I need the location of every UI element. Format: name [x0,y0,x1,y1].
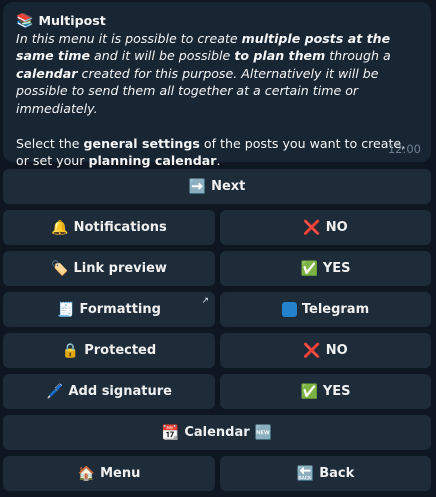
notifications-value: NO [325,220,348,235]
protected-toggle-button[interactable]: ❌ NO [220,333,431,368]
menu-button[interactable]: 🏠 Menu [3,456,215,491]
formatting-label: Formatting [79,302,161,317]
formatting-value: Telegram [301,302,370,317]
protected-label: Protected [84,343,157,358]
body-segment: general settings [83,135,200,151]
notifications-toggle-button[interactable]: ❌ NO [220,210,431,245]
back-button[interactable]: 🔙 Back [220,456,431,491]
intro-segment: calendar [16,65,78,81]
message-title-text: Multipost [38,13,106,28]
menu-label: Menu [100,466,141,481]
books-icon: 📚 [16,13,34,29]
formatting-button[interactable]: 🧾 Formatting ↗ [3,292,215,327]
intro-segment: In this menu it is possible to create [16,30,242,46]
message-time: 12:00 [387,141,421,156]
formatting-value-button[interactable]: Telegram [220,292,431,327]
notifications-label: Notifications [73,220,167,235]
message-title: 📚 Multipost [16,12,417,30]
message-bubble: 📚 Multipost In this menu it is possible t… [3,2,431,168]
pen-icon: 🖊️ [46,383,64,400]
body-segment: . [216,153,221,168]
calendar-label: Calendar [184,425,250,440]
body-segment: Select the [16,135,84,151]
notifications-button[interactable]: 🔔 Notifications [3,210,215,245]
link-preview-value: YES [322,261,351,276]
intro-segment: through a [325,48,391,63]
next-label: Next [211,179,246,194]
add-signature-toggle-button[interactable]: ✅ YES [220,374,431,409]
home-icon: 🏠 [77,465,96,482]
cross-mark-icon: ❌ [303,342,321,359]
calendar-button[interactable]: 📆 Calendar 🆕 [3,415,431,450]
protected-value: NO [325,343,348,358]
label-tag-icon: 🏷️ [51,260,69,277]
add-signature-button[interactable]: 🖊️ Add signature [3,374,215,409]
link-preview-label: Link preview [73,261,167,276]
back-arrow-icon: 🔙 [296,465,315,482]
cross-mark-icon: ❌ [303,219,321,236]
body-segment: planning calendar [88,153,217,168]
check-mark-icon: ✅ [300,260,318,277]
bell-icon: 🔔 [51,219,69,236]
message-intro: In this menu it is possible to create mu… [16,30,417,118]
blue-square-icon [281,302,297,317]
external-link-icon: ↗ [201,296,209,306]
new-badge-icon: 🆕 [254,424,273,441]
back-label: Back [319,466,355,481]
add-signature-value: YES [322,384,351,399]
check-mark-icon: ✅ [300,383,318,400]
message-body: Select the general settings of the posts… [16,135,417,170]
right-arrow-icon: ➡️ [188,178,207,195]
next-button[interactable]: ➡️ Next [3,169,431,204]
receipt-icon: 🧾 [57,301,75,318]
link-preview-button[interactable]: 🏷️ Link preview [3,251,215,286]
intro-segment: and it will be possible [90,48,235,63]
lock-icon: 🔒 [61,342,80,359]
calendar-icon: 📆 [161,424,180,441]
link-preview-toggle-button[interactable]: ✅ YES [220,251,431,286]
protected-button[interactable]: 🔒 Protected [3,333,215,368]
add-signature-label: Add signature [68,384,172,399]
intro-segment: to plan them [234,48,326,63]
